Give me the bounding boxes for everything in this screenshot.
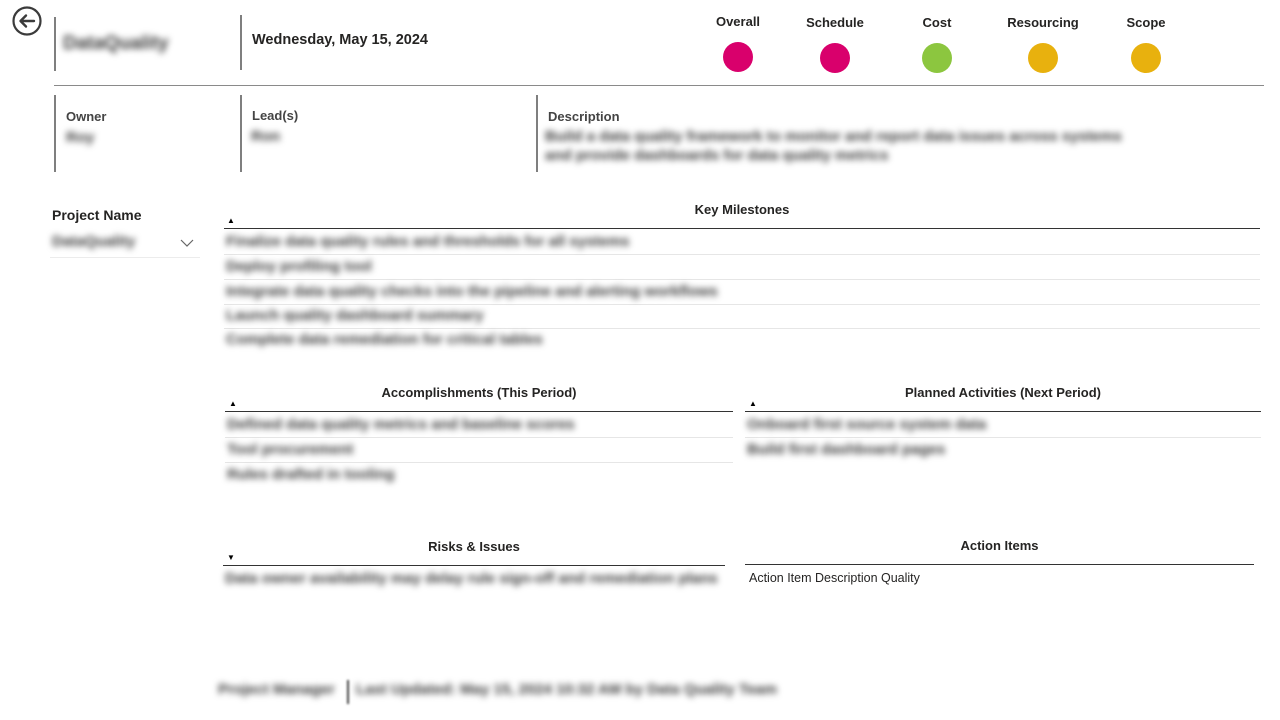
accomplishment-text: Tool procurement bbox=[227, 441, 354, 458]
status-label: Scope bbox=[1126, 15, 1166, 30]
accomplishment-text: Rules drafted in tooling bbox=[227, 466, 395, 483]
milestones-title: Key Milestones bbox=[694, 202, 790, 217]
project-title: DataQuality bbox=[63, 33, 169, 54]
sort-descending-icon[interactable]: ▼ bbox=[227, 553, 235, 562]
accomplishment-text: Defined data quality metrics and baselin… bbox=[227, 416, 575, 433]
table-row[interactable]: Rules drafted in tooling bbox=[225, 463, 733, 487]
info-divider bbox=[536, 95, 538, 172]
header-divider bbox=[54, 17, 56, 71]
status-label: Schedule bbox=[806, 15, 864, 30]
status-dot bbox=[922, 43, 952, 73]
actions-title: Action Items bbox=[960, 538, 1039, 553]
footer-divider bbox=[347, 680, 349, 704]
risk-text: Data owner availability may delay rule s… bbox=[225, 570, 718, 587]
info-divider bbox=[54, 95, 56, 172]
status-schedule: Schedule bbox=[780, 15, 890, 73]
status-resourcing: Resourcing bbox=[988, 15, 1098, 73]
risks-table: Risks & Issues ▼ Data owner availability… bbox=[223, 537, 725, 597]
info-divider bbox=[240, 95, 242, 172]
table-header-line bbox=[745, 411, 1261, 412]
milestone-text: Integrate data quality checks into the p… bbox=[226, 283, 718, 300]
status-label: Cost bbox=[922, 15, 952, 30]
status-dot bbox=[1028, 43, 1058, 73]
table-header-line bbox=[225, 411, 733, 412]
accomplishments-table: Accomplishments (This Period) ▲ Defined … bbox=[225, 383, 733, 493]
project-name-selected: DataQuality bbox=[52, 233, 136, 250]
table-row[interactable]: Action Item Description Quality bbox=[745, 566, 1254, 590]
action-items-table: Action Items Action Item Description Qua… bbox=[745, 536, 1254, 596]
status-label: Overall bbox=[715, 14, 761, 29]
table-header-line bbox=[745, 564, 1254, 565]
header-divider bbox=[240, 15, 242, 70]
description-line: and provide dashboards for data quality … bbox=[545, 147, 889, 164]
table-row[interactable]: Build first dashboard pages bbox=[745, 438, 1261, 462]
status-dot bbox=[1131, 43, 1161, 73]
table-row[interactable]: Data owner availability may delay rule s… bbox=[223, 567, 725, 591]
table-row[interactable]: Deploy profiling tool bbox=[224, 255, 1260, 280]
table-row[interactable]: Integrate data quality checks into the p… bbox=[224, 280, 1260, 305]
table-row[interactable]: Finalize data quality rules and threshol… bbox=[224, 230, 1260, 255]
status-label: Resourcing bbox=[1007, 15, 1079, 30]
leads-label: Lead(s) bbox=[252, 108, 299, 123]
back-arrow-icon[interactable] bbox=[11, 5, 43, 37]
milestones-table: Key Milestones ▲ Finalize data quality r… bbox=[224, 200, 1260, 352]
owner-value: Roy bbox=[66, 129, 95, 146]
footer-manager: Project Manager bbox=[218, 681, 335, 698]
project-name-label: Project Name bbox=[52, 207, 142, 223]
table-row[interactable]: Complete data remediation for critical t… bbox=[224, 328, 1260, 352]
table-row[interactable]: Launch quality dashboard summary bbox=[224, 304, 1260, 329]
planned-text: Onboard first source system data bbox=[747, 416, 987, 433]
header-separator bbox=[54, 85, 1264, 86]
table-row[interactable]: Onboard first source system data bbox=[745, 413, 1261, 438]
table-row[interactable]: Tool procurement bbox=[225, 438, 733, 463]
accomplishments-title: Accomplishments (This Period) bbox=[381, 385, 577, 400]
sort-ascending-icon[interactable]: ▲ bbox=[229, 399, 237, 408]
milestone-text: Complete data remediation for critical t… bbox=[226, 331, 543, 348]
risks-title: Risks & Issues bbox=[428, 539, 520, 554]
footer-updated: Last Updated: May 15, 2024 10:32 AM by D… bbox=[356, 681, 777, 698]
planned-title: Planned Activities (Next Period) bbox=[904, 385, 1101, 400]
planned-activities-table: Planned Activities (Next Period) ▲ Onboa… bbox=[745, 383, 1261, 473]
table-header-line bbox=[223, 565, 725, 566]
status-scope: Scope bbox=[1091, 15, 1201, 73]
description-line: Build a data quality framework to monito… bbox=[545, 128, 1122, 145]
milestone-text: Finalize data quality rules and threshol… bbox=[226, 233, 630, 250]
table-row[interactable]: Defined data quality metrics and baselin… bbox=[225, 413, 733, 438]
status-overall: Overall bbox=[683, 14, 793, 72]
sort-ascending-icon[interactable]: ▲ bbox=[227, 216, 235, 225]
project-name-dropdown[interactable]: DataQuality bbox=[50, 230, 200, 258]
status-cost: Cost bbox=[882, 15, 992, 73]
table-header-line bbox=[224, 228, 1260, 229]
milestone-text: Deploy profiling tool bbox=[226, 258, 372, 275]
owner-label: Owner bbox=[66, 109, 107, 124]
planned-text: Build first dashboard pages bbox=[747, 441, 946, 458]
chevron-down-icon bbox=[180, 239, 194, 247]
status-dot bbox=[723, 42, 753, 72]
sort-ascending-icon[interactable]: ▲ bbox=[749, 399, 757, 408]
milestone-text: Launch quality dashboard summary bbox=[226, 307, 484, 324]
report-date: Wednesday, May 15, 2024 bbox=[252, 32, 428, 48]
leads-value: Ron bbox=[251, 128, 281, 145]
description-label: Description bbox=[548, 109, 620, 124]
status-dot bbox=[820, 43, 850, 73]
